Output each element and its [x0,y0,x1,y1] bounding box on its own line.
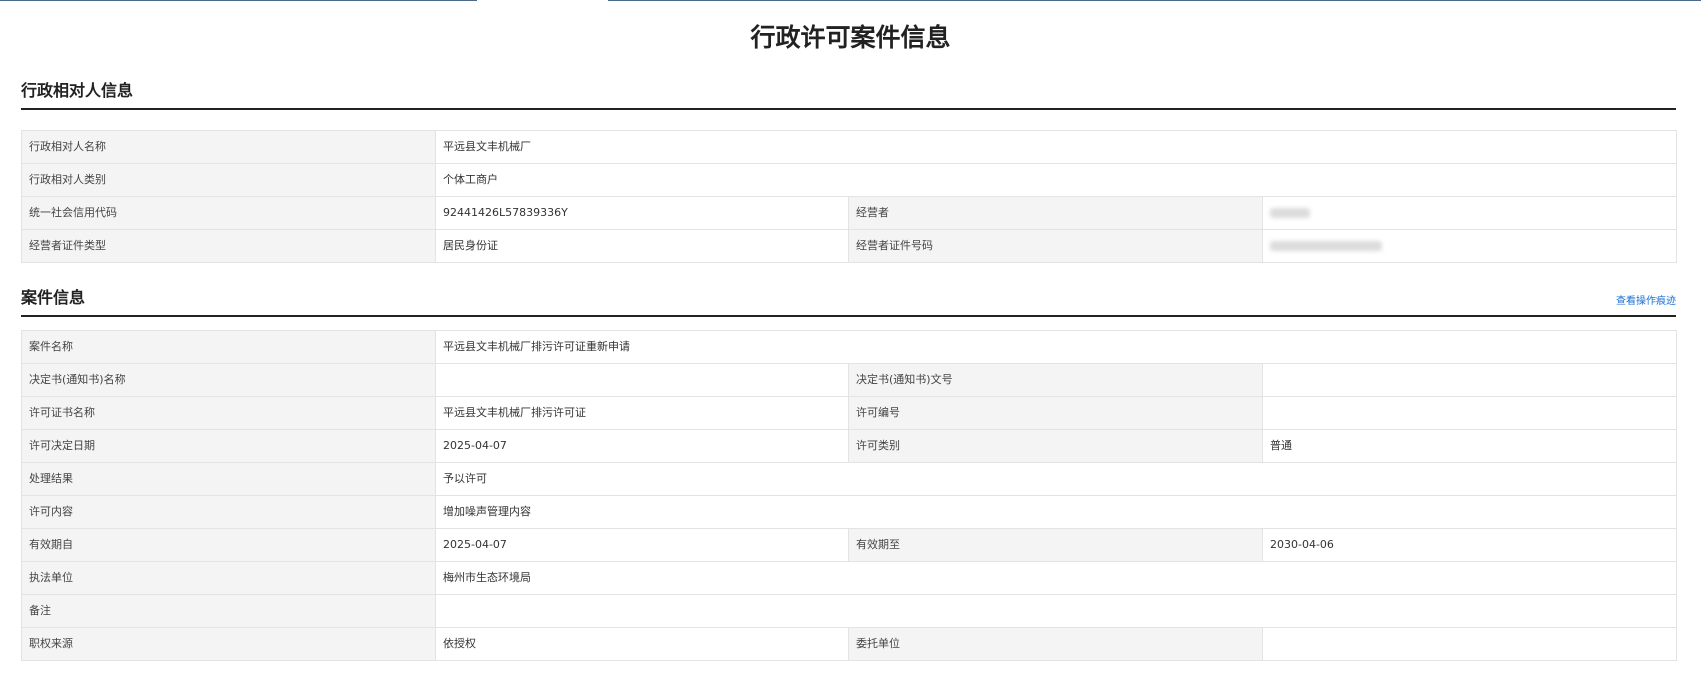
operator-value-redacted [1261,196,1678,230]
view-operation-trace-link[interactable]: 查看操作痕迹 [1616,295,1676,309]
section-title-case: 案件信息 [21,288,86,307]
section-header-case: 案件信息 查看操作痕迹 [21,285,1676,317]
table-row: 执法单位 梅州市生态环境局 [21,561,1678,595]
content-value: 增加噪声管理内容 [434,495,1678,529]
operator-id-number-label: 经营者证件号码 [848,229,1263,263]
table-row: 案件名称 平远县文丰机械厂排污许可证重新申请 [21,330,1678,364]
decision-name-value [435,363,849,397]
agency-label: 执法单位 [21,561,436,595]
operator-id-number-redacted [1261,229,1678,263]
valid-to-label: 有效期至 [848,528,1263,562]
section-title-party: 行政相对人信息 [21,81,134,100]
top-tab-strip [0,0,1701,1]
case-info-table: 案件名称 平远县文丰机械厂排污许可证重新申请 决定书(通知书)名称 决定书(通知… [21,330,1678,661]
table-row: 处理结果 予以许可 [21,462,1678,496]
decision-name-label: 决定书(通知书)名称 [21,363,436,397]
table-row: 经营者证件类型 居民身份证 经营者证件号码 [21,229,1678,263]
decision-date-label: 许可决定日期 [21,429,436,463]
license-no-label: 许可编号 [848,396,1263,430]
credit-code-label: 统一社会信用代码 [21,196,436,230]
decision-date-value: 2025-04-07 [435,429,849,463]
party-name-value: 平远县文丰机械厂 [434,130,1678,164]
remark-value [434,594,1678,628]
table-row: 备注 [21,594,1678,628]
table-row: 许可决定日期 2025-04-07 许可类别 普通 [21,429,1678,463]
party-category-value: 个体工商户 [434,163,1678,197]
license-type-value: 普通 [1261,429,1678,463]
case-name-value: 平远县文丰机械厂排污许可证重新申请 [434,330,1678,364]
operator-id-type-label: 经营者证件类型 [21,229,436,263]
operator-id-type-value: 居民身份证 [435,229,849,263]
authority-value: 依授权 [435,627,849,661]
result-value: 予以许可 [434,462,1678,496]
case-name-label: 案件名称 [21,330,436,364]
valid-from-label: 有效期自 [21,528,436,562]
top-tab-line-right [608,0,1701,1]
result-label: 处理结果 [21,462,436,496]
license-type-label: 许可类别 [848,429,1263,463]
decision-no-label: 决定书(通知书)文号 [848,363,1263,397]
table-row: 许可证书名称 平远县文丰机械厂排污许可证 许可编号 [21,396,1678,430]
decision-no-value [1261,363,1678,397]
entrusted-label: 委托单位 [848,627,1263,661]
table-row: 行政相对人名称 平远县文丰机械厂 [21,130,1678,164]
valid-from-value: 2025-04-07 [435,528,849,562]
authority-label: 职权来源 [21,627,436,661]
party-info-table: 行政相对人名称 平远县文丰机械厂 行政相对人类别 个体工商户 统一社会信用代码 … [21,130,1678,263]
table-row: 决定书(通知书)名称 决定书(通知书)文号 [21,363,1678,397]
credit-code-value: 92441426L57839336Y [435,196,849,230]
content-label: 许可内容 [21,495,436,529]
page-title: 行政许可案件信息 [750,23,951,52]
license-name-value: 平远县文丰机械厂排污许可证 [435,396,849,430]
remark-label: 备注 [21,594,436,628]
table-row: 有效期自 2025-04-07 有效期至 2030-04-06 [21,528,1678,562]
license-no-value [1261,396,1678,430]
section-header-party: 行政相对人信息 [21,78,1676,110]
table-row: 统一社会信用代码 92441426L57839336Y 经营者 [21,196,1678,230]
redacted-mark [1270,241,1382,251]
party-category-label: 行政相对人类别 [21,163,436,197]
redacted-mark [1270,208,1310,218]
agency-value: 梅州市生态环境局 [434,561,1678,595]
top-tab-line-left [0,0,477,1]
valid-to-value: 2030-04-06 [1261,528,1678,562]
table-row: 许可内容 增加噪声管理内容 [21,495,1678,529]
table-row: 行政相对人类别 个体工商户 [21,163,1678,197]
operator-label: 经营者 [848,196,1263,230]
entrusted-value [1261,627,1678,661]
party-name-label: 行政相对人名称 [21,130,436,164]
license-name-label: 许可证书名称 [21,396,436,430]
table-row: 职权来源 依授权 委托单位 [21,627,1678,661]
